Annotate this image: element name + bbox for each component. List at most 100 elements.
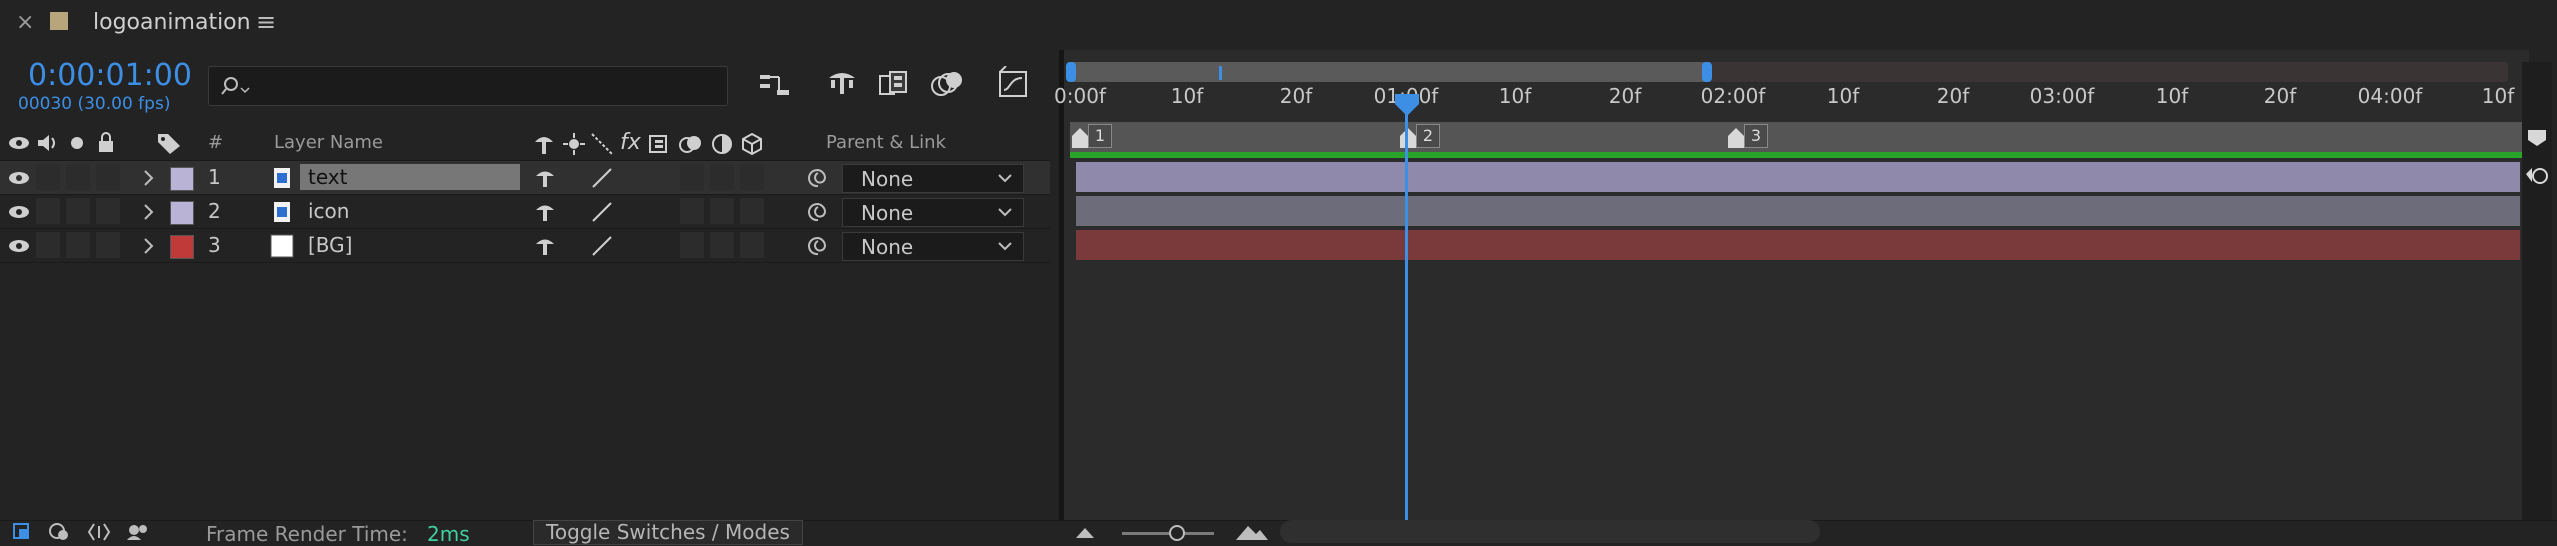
- motion-blur-switch[interactable]: [680, 198, 704, 224]
- lock-header-icon[interactable]: [96, 132, 116, 154]
- render-time-pane-icon[interactable]: [124, 522, 150, 542]
- layer-name-column-header[interactable]: Layer Name: [274, 132, 383, 153]
- audio-toggle[interactable]: [36, 164, 60, 190]
- layer-name[interactable]: [BG]: [300, 232, 520, 258]
- motion-blur-switch[interactable]: [680, 164, 704, 190]
- timeline-horizontal-scrollbar[interactable]: [1280, 520, 1820, 543]
- layer-row-bg[interactable]: 3 [BG] None: [0, 229, 1050, 263]
- time-navigator-range[interactable]: [1070, 62, 1708, 82]
- composition-tab-title[interactable]: logoanimation: [93, 10, 251, 35]
- composition-mini-flowchart-icon[interactable]: [757, 70, 793, 100]
- pick-whip-icon[interactable]: [806, 234, 830, 258]
- layer-label-color[interactable]: [170, 201, 194, 225]
- marker-flag-icon: [1728, 128, 1744, 148]
- quality-switch-icon[interactable]: [590, 234, 614, 258]
- adjustment-switch[interactable]: [710, 232, 734, 258]
- layer-end-stopwatch-icon[interactable]: [2524, 162, 2550, 192]
- panel-menu-icon[interactable]: ≡: [256, 8, 276, 36]
- shy-header-icon[interactable]: [532, 132, 556, 156]
- timeline-vertical-scroll[interactable]: [2522, 62, 2552, 520]
- layer-label-color[interactable]: [170, 167, 194, 191]
- current-time-display[interactable]: 0:00:01:00: [28, 58, 192, 93]
- layer-name[interactable]: icon: [300, 198, 520, 224]
- marker-strip[interactable]: 1 2 3: [1070, 122, 2522, 152]
- video-visibility-header-icon[interactable]: [8, 135, 30, 151]
- layer-zoom-icon[interactable]: [2526, 128, 2548, 148]
- ruler-label: 03:00f: [2029, 84, 2095, 108]
- 3d-switch[interactable]: [740, 232, 764, 258]
- in-out-duration-pane-icon[interactable]: [86, 522, 112, 542]
- collapse-transformations-header-icon[interactable]: [562, 132, 586, 156]
- shy-switch-icon[interactable]: [534, 167, 556, 189]
- ruler-label: 20f: [1608, 84, 1642, 108]
- solo-header-icon[interactable]: [70, 136, 84, 150]
- frame-blending-icon[interactable]: [877, 68, 911, 100]
- layer-row-text[interactable]: 1 text None: [0, 161, 1050, 195]
- motion-blur-switch[interactable]: [680, 232, 704, 258]
- ruler-label: 10f: [1826, 84, 1860, 108]
- video-visibility-toggle-icon[interactable]: [8, 170, 30, 186]
- solo-toggle[interactable]: [66, 198, 90, 224]
- chevron-down-icon: [998, 242, 1012, 251]
- parent-dropdown[interactable]: None: [842, 164, 1024, 193]
- zoom-slider-thumb[interactable]: [1166, 522, 1188, 542]
- 3d-switch[interactable]: [740, 164, 764, 190]
- expand-chevron-icon[interactable]: [142, 237, 156, 255]
- parent-dropdown[interactable]: None: [842, 232, 1024, 261]
- close-tab-icon[interactable]: ×: [16, 10, 34, 35]
- solo-toggle[interactable]: [66, 164, 90, 190]
- motion-blur-icon[interactable]: [928, 68, 966, 100]
- layer-label-color[interactable]: [170, 235, 194, 259]
- navigator-start-handle[interactable]: [1064, 60, 1080, 84]
- layer-track-bar-bg[interactable]: [1076, 230, 2520, 260]
- quality-switch-icon[interactable]: [590, 166, 614, 190]
- shy-switch-icon[interactable]: [534, 201, 556, 223]
- video-visibility-toggle-icon[interactable]: [8, 238, 30, 254]
- zoom-out-mountain-icon[interactable]: [1074, 524, 1096, 540]
- adjustment-switch[interactable]: [710, 198, 734, 224]
- motion-blur-header-icon[interactable]: [678, 132, 704, 156]
- pick-whip-icon[interactable]: [806, 200, 830, 224]
- parent-link-column-header[interactable]: Parent & Link: [826, 132, 946, 153]
- quality-header-icon[interactable]: [590, 132, 614, 156]
- video-visibility-toggle-icon[interactable]: [8, 204, 30, 220]
- navigator-end-handle[interactable]: [1700, 60, 1716, 84]
- layer-row-icon[interactable]: 2 icon None: [0, 195, 1050, 229]
- 3d-layer-header-icon[interactable]: [740, 132, 764, 156]
- lock-toggle[interactable]: [96, 164, 120, 190]
- current-time-indicator-line[interactable]: [1405, 100, 1408, 520]
- layer-name[interactable]: text: [300, 164, 520, 190]
- draft-3d-icon[interactable]: [825, 68, 859, 100]
- time-ruler[interactable]: 0:00f 10f 20f 01:00f 10f 20f 02:00f 10f …: [1054, 84, 2520, 120]
- frame-blending-header-icon[interactable]: [648, 132, 672, 156]
- layer-track-bar-icon[interactable]: [1076, 196, 2520, 226]
- transfer-controls-pane-icon[interactable]: [48, 522, 72, 542]
- 3d-switch[interactable]: [740, 198, 764, 224]
- audio-toggle[interactable]: [36, 198, 60, 224]
- shy-switch-icon[interactable]: [534, 235, 556, 257]
- layer-search-field[interactable]: [208, 66, 728, 106]
- work-area-bar[interactable]: [1070, 152, 2522, 158]
- marker-label: 3: [1744, 124, 1768, 148]
- pick-whip-icon[interactable]: [806, 166, 830, 190]
- toggle-switches-modes-button[interactable]: Toggle Switches / Modes: [533, 520, 803, 545]
- expand-chevron-icon[interactable]: [142, 169, 156, 187]
- lock-toggle[interactable]: [96, 198, 120, 224]
- quality-switch-icon[interactable]: [590, 200, 614, 224]
- solo-toggle[interactable]: [66, 232, 90, 258]
- label-header-icon[interactable]: [156, 132, 182, 156]
- layer-track-bar-text[interactable]: [1076, 162, 2520, 192]
- parent-dropdown[interactable]: None: [842, 198, 1024, 227]
- expand-chevron-icon[interactable]: [142, 203, 156, 221]
- ruler-label: 10f: [2481, 84, 2515, 108]
- audio-header-icon[interactable]: [36, 133, 58, 153]
- adjustment-switch[interactable]: [710, 164, 734, 190]
- zoom-in-mountain-icon[interactable]: [1234, 522, 1270, 542]
- lock-toggle[interactable]: [96, 232, 120, 258]
- graph-editor-icon[interactable]: [996, 66, 1032, 100]
- audio-toggle[interactable]: [36, 232, 60, 258]
- timeline-area[interactable]: [1064, 50, 2529, 520]
- effects-header-icon[interactable]: fx: [620, 130, 641, 155]
- adjustment-layer-header-icon[interactable]: [710, 132, 734, 156]
- layer-switches-pane-icon[interactable]: [12, 522, 34, 542]
